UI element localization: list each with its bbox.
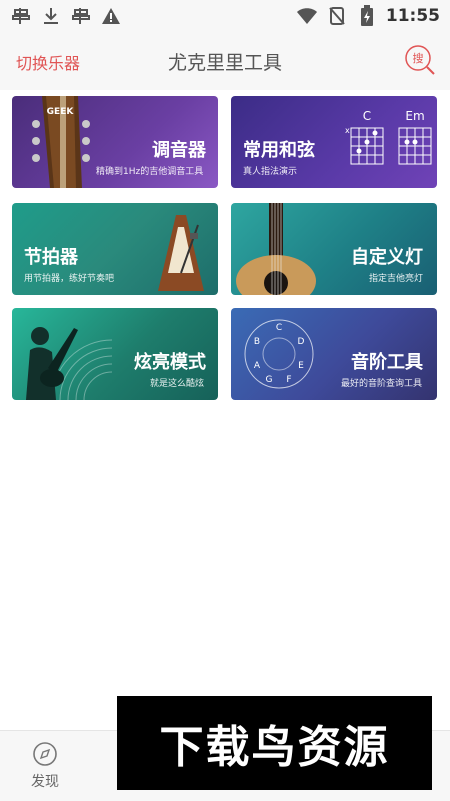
tool-subtitle: 指定吉他亮灯	[369, 274, 424, 284]
status-bar: 11:55	[0, 0, 450, 32]
chord-label-c: C	[363, 109, 371, 123]
chord-diagram-illustration: C Em x	[345, 109, 432, 165]
tool-card-metronome[interactable]: 节拍器 用节拍器，练好节奏吧	[12, 203, 218, 295]
note-label: D	[298, 337, 305, 347]
tool-subtitle: 最好的音阶查询工具	[341, 379, 423, 389]
svg-text:x: x	[345, 126, 350, 135]
status-left-icons	[10, 5, 122, 27]
search-button[interactable]: 搜	[404, 44, 436, 76]
download-icon	[40, 5, 62, 27]
tool-name: 自定义灯	[351, 247, 423, 268]
tool-card-tuner[interactable]: GEEK 调音器 精确到1Hz的吉他调音工具	[12, 96, 218, 188]
tool-card-custom-light[interactable]: 自定义灯 指定吉他亮灯	[231, 203, 437, 295]
tool-subtitle: 精确到1Hz的吉他调音工具	[96, 167, 204, 177]
guitar-brand-logo: GEEK	[47, 107, 75, 117]
tool-card-scale[interactable]: C D E F G A B 音阶工具 最好的音阶查询工具	[231, 308, 437, 400]
tool-name: 调音器	[152, 140, 206, 161]
tool-card-cool-mode[interactable]: 炫亮模式 就是这么酷炫	[12, 308, 218, 400]
compass-icon	[33, 742, 57, 766]
watermark-banner: 下载鸟资源	[117, 696, 432, 790]
nav-item-discover[interactable]: 发现	[0, 741, 90, 791]
search-icon: 搜	[405, 45, 435, 75]
nav-label: 发现	[31, 774, 59, 790]
tool-card-chords[interactable]: 常用和弦 真人指法演示 C Em x	[231, 96, 437, 188]
note-wheel-illustration: C D E F G A B	[244, 319, 314, 389]
guitarist-silhouette-illustration	[26, 327, 113, 400]
app-notification-icon	[10, 5, 32, 27]
app-header: 切换乐器 尤克里里工具 搜	[0, 32, 450, 90]
status-right-icons: 11:55	[296, 5, 440, 27]
chord-label-em: Em	[405, 109, 424, 123]
no-sim-icon	[326, 5, 348, 27]
note-label: G	[266, 375, 273, 385]
tool-subtitle: 真人指法演示	[243, 167, 298, 177]
tool-name: 音阶工具	[351, 352, 423, 373]
note-label: A	[254, 361, 261, 371]
search-label: 搜	[413, 51, 424, 65]
wifi-icon	[296, 5, 318, 27]
acoustic-guitar-illustration	[236, 203, 316, 295]
page-title: 尤克里里工具	[167, 52, 282, 74]
tool-name: 炫亮模式	[134, 352, 206, 373]
metronome-illustration	[158, 215, 204, 291]
note-label: E	[298, 361, 304, 371]
tool-name: 常用和弦	[243, 140, 315, 161]
battery-charging-icon	[356, 5, 378, 27]
tool-subtitle: 用节拍器，练好节奏吧	[24, 274, 115, 284]
app-notification-icon	[70, 5, 92, 27]
note-label: C	[276, 323, 282, 333]
note-label: B	[254, 337, 260, 347]
status-time: 11:55	[385, 6, 440, 26]
tool-name: 节拍器	[24, 247, 78, 268]
note-label: F	[286, 375, 291, 385]
tool-subtitle: 就是这么酷炫	[150, 379, 205, 389]
warning-icon	[100, 5, 122, 27]
